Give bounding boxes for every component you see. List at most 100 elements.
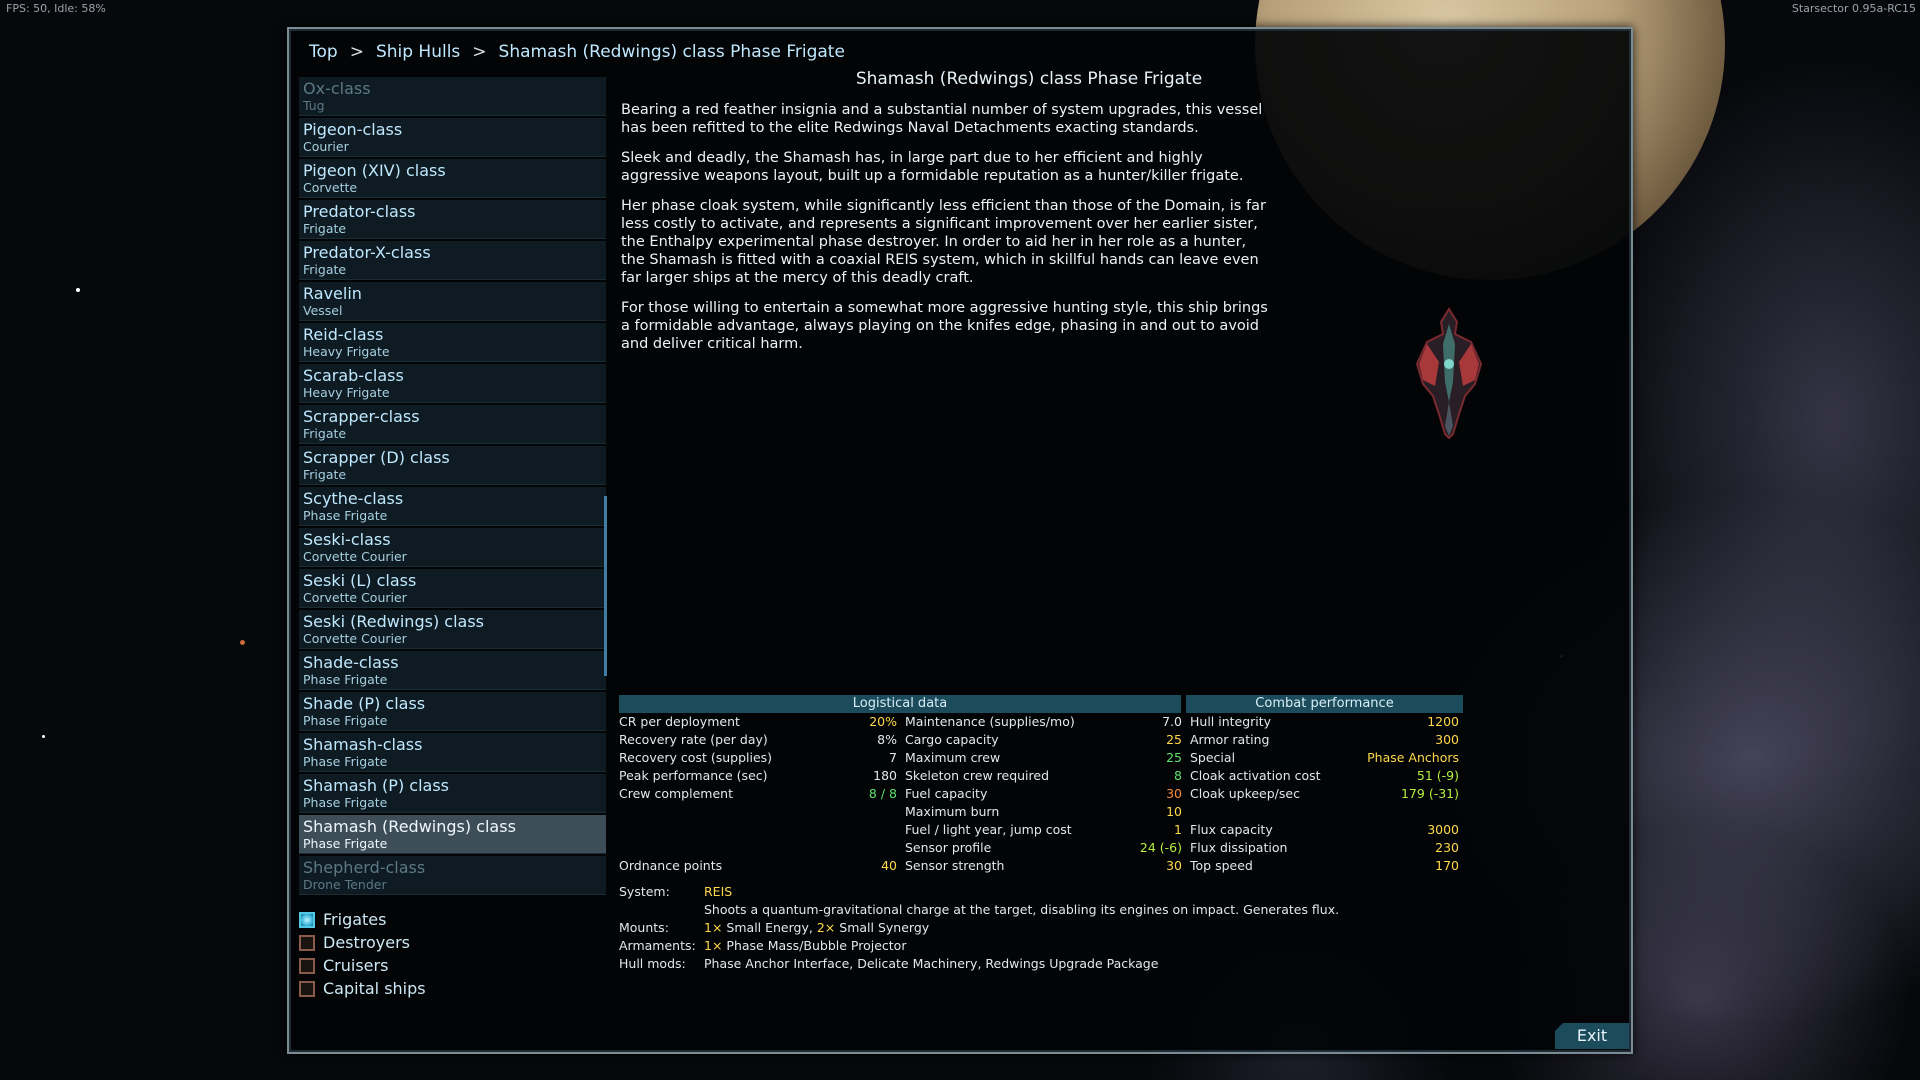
checkbox-icon[interactable] bbox=[299, 934, 315, 951]
stat-label: Top speed bbox=[1190, 858, 1253, 873]
ship-name: Ravelin bbox=[303, 284, 362, 303]
stat-cell: Cargo capacity 25 bbox=[901, 731, 1186, 749]
list-item[interactable]: Predator-class Frigate bbox=[299, 200, 606, 239]
star bbox=[42, 735, 45, 738]
breadcrumb-separator: > bbox=[349, 42, 364, 62]
stat-cell: CR per deployment 20% bbox=[619, 713, 901, 731]
exit-button[interactable]: Exit bbox=[1555, 1023, 1629, 1049]
list-item[interactable]: Scarab-class Heavy Frigate bbox=[299, 364, 606, 403]
mount-name: Small Synergy bbox=[839, 920, 930, 935]
stat-cell: Recovery cost (supplies) 7 bbox=[619, 749, 901, 767]
stat-cell: Skeleton crew required 8 bbox=[901, 767, 1186, 785]
list-item[interactable]: Pigeon-class Courier bbox=[299, 118, 606, 157]
list-item[interactable]: Shade (P) class Phase Frigate bbox=[299, 692, 606, 731]
stat-cell bbox=[619, 803, 901, 821]
description-paragraph: Her phase cloak system, while significan… bbox=[621, 198, 1266, 286]
list-item[interactable]: Scrapper-class Frigate bbox=[299, 405, 606, 444]
armaments-label: Armaments: bbox=[619, 938, 696, 953]
stat-row: Sensor profile 24 (-6) Flux dissipation 230 bbox=[619, 839, 1463, 857]
armament-name: Phase Mass/Bubble Projector bbox=[726, 938, 907, 953]
list-item[interactable]: Predator-X-class Frigate bbox=[299, 241, 606, 280]
stat-label: Flux dissipation bbox=[1190, 840, 1288, 855]
stat-row: Fuel / light year, jump cost 1 Flux capaci… bbox=[619, 821, 1463, 839]
codex-window: Top > Ship Hulls > Shamash (Redwings) cl… bbox=[287, 27, 1633, 1054]
ship-role: Corvette Courier bbox=[303, 549, 407, 564]
stat-label: Armor rating bbox=[1190, 732, 1270, 747]
stat-cell: Fuel capacity 30 bbox=[901, 785, 1186, 803]
stat-label: Flux capacity bbox=[1190, 822, 1273, 837]
ship-sprite bbox=[1415, 307, 1483, 439]
filter-label: Frigates bbox=[323, 910, 387, 929]
stat-cell bbox=[1186, 803, 1463, 821]
list-item-selected[interactable]: Shamash (Redwings) class Phase Frigate bbox=[299, 815, 606, 854]
list-item[interactable]: Seski-class Corvette Courier bbox=[299, 528, 606, 567]
list-item[interactable]: Ravelin Vessel bbox=[299, 282, 606, 321]
list-item[interactable]: Scythe-class Phase Frigate bbox=[299, 487, 606, 526]
stat-cell: Cloak activation cost 51 (-9) bbox=[1186, 767, 1463, 785]
filter-cruisers[interactable]: Cruisers bbox=[299, 954, 599, 977]
filter-capital-ships[interactable]: Capital ships bbox=[299, 977, 599, 1000]
stat-value: 7 bbox=[889, 750, 897, 765]
stat-label: CR per deployment bbox=[619, 714, 740, 729]
ship-role: Courier bbox=[303, 139, 349, 154]
stat-label: Fuel / light year, jump cost bbox=[905, 822, 1072, 837]
hullmods-label: Hull mods: bbox=[619, 956, 686, 971]
system-name: REIS bbox=[704, 884, 733, 899]
stat-label: Cargo capacity bbox=[905, 732, 999, 747]
stat-rows: CR per deployment 20% Maintenance (supplie… bbox=[619, 713, 1463, 875]
ship-name: Reid-class bbox=[303, 325, 384, 344]
list-item[interactable]: Pigeon (XIV) class Corvette bbox=[299, 159, 606, 198]
list-item[interactable]: Shade-class Phase Frigate bbox=[299, 651, 606, 690]
ship-name: Seski (Redwings) class bbox=[303, 612, 484, 631]
list-item[interactable]: Reid-class Heavy Frigate bbox=[299, 323, 606, 362]
breadcrumb-current[interactable]: Shamash (Redwings) class Phase Frigate bbox=[499, 42, 845, 62]
stat-row: Recovery cost (supplies) 7 Maximum crew 25 S… bbox=[619, 749, 1463, 767]
filter-destroyers[interactable]: Destroyers bbox=[299, 931, 599, 954]
stat-label: Recovery rate (per day) bbox=[619, 732, 768, 747]
checkbox-icon[interactable] bbox=[299, 980, 315, 997]
stats-headers: Logistical data Combat performance bbox=[619, 695, 1463, 713]
stat-cell: Flux capacity 3000 bbox=[1186, 821, 1463, 839]
description-paragraph: Sleek and deadly, the Shamash has, in la… bbox=[621, 150, 1244, 184]
stat-value: 1 bbox=[1174, 822, 1182, 837]
list-item[interactable]: Ox-class Tug bbox=[299, 77, 606, 116]
stat-value: 7.0 bbox=[1162, 714, 1182, 729]
stat-cell: Flux dissipation 230 bbox=[1186, 839, 1463, 857]
mount-name: Small Energy, bbox=[726, 920, 813, 935]
ship-role: Corvette bbox=[303, 180, 358, 195]
stat-value: 25 bbox=[1166, 750, 1182, 765]
ship-role: Phase Frigate bbox=[303, 754, 388, 769]
ship-role: Phase Frigate bbox=[303, 836, 388, 851]
list-item[interactable]: Seski (Redwings) class Corvette Courier bbox=[299, 610, 606, 649]
stat-value: 8% bbox=[877, 732, 897, 747]
list-item[interactable]: Shepherd-class Drone Tender bbox=[299, 856, 606, 895]
stat-label: Crew complement bbox=[619, 786, 733, 801]
system-desc-row: Shoots a quantum-gravitational charge at… bbox=[619, 901, 1419, 919]
stat-cell: Ordnance points 40 bbox=[619, 857, 901, 875]
list-scrollbar[interactable] bbox=[604, 496, 607, 676]
breadcrumb-top[interactable]: Top bbox=[309, 42, 338, 62]
checkbox-icon[interactable] bbox=[299, 957, 315, 974]
stat-label: Peak performance (sec) bbox=[619, 768, 768, 783]
list-item[interactable]: Shamash-class Phase Frigate bbox=[299, 733, 606, 772]
stat-label: Maintenance (supplies/mo) bbox=[905, 714, 1075, 729]
stat-value: 40 bbox=[881, 858, 897, 873]
ship-role: Heavy Frigate bbox=[303, 385, 390, 400]
ship-role: Frigate bbox=[303, 467, 347, 482]
fps-counter: FPS: 50, Idle: 58% bbox=[6, 2, 106, 15]
logistical-header: Logistical data bbox=[619, 695, 1181, 713]
filter-frigates[interactable]: Frigates bbox=[299, 908, 599, 931]
stat-row: CR per deployment 20% Maintenance (supplie… bbox=[619, 713, 1463, 731]
stats-table: Logistical data Combat performance CR pe… bbox=[619, 695, 1463, 875]
version-label: Starsector 0.95a-RC15 bbox=[1791, 2, 1916, 15]
stat-value: 24 (-6) bbox=[1139, 840, 1182, 855]
stat-value: 3000 bbox=[1427, 822, 1459, 837]
breadcrumb-ship-hulls[interactable]: Ship Hulls bbox=[376, 42, 460, 62]
list-item[interactable]: Scrapper (D) class Frigate bbox=[299, 446, 606, 485]
ship-name: Shamash (P) class bbox=[303, 776, 449, 795]
ship-name: Shade (P) class bbox=[303, 694, 426, 713]
ship-list[interactable]: Ox-class Tug Pigeon-class Courier Pigeon (… bbox=[299, 77, 606, 903]
list-item[interactable]: Shamash (P) class Phase Frigate bbox=[299, 774, 606, 813]
checkbox-icon[interactable] bbox=[299, 911, 315, 928]
list-item[interactable]: Seski (L) class Corvette Courier bbox=[299, 569, 606, 608]
